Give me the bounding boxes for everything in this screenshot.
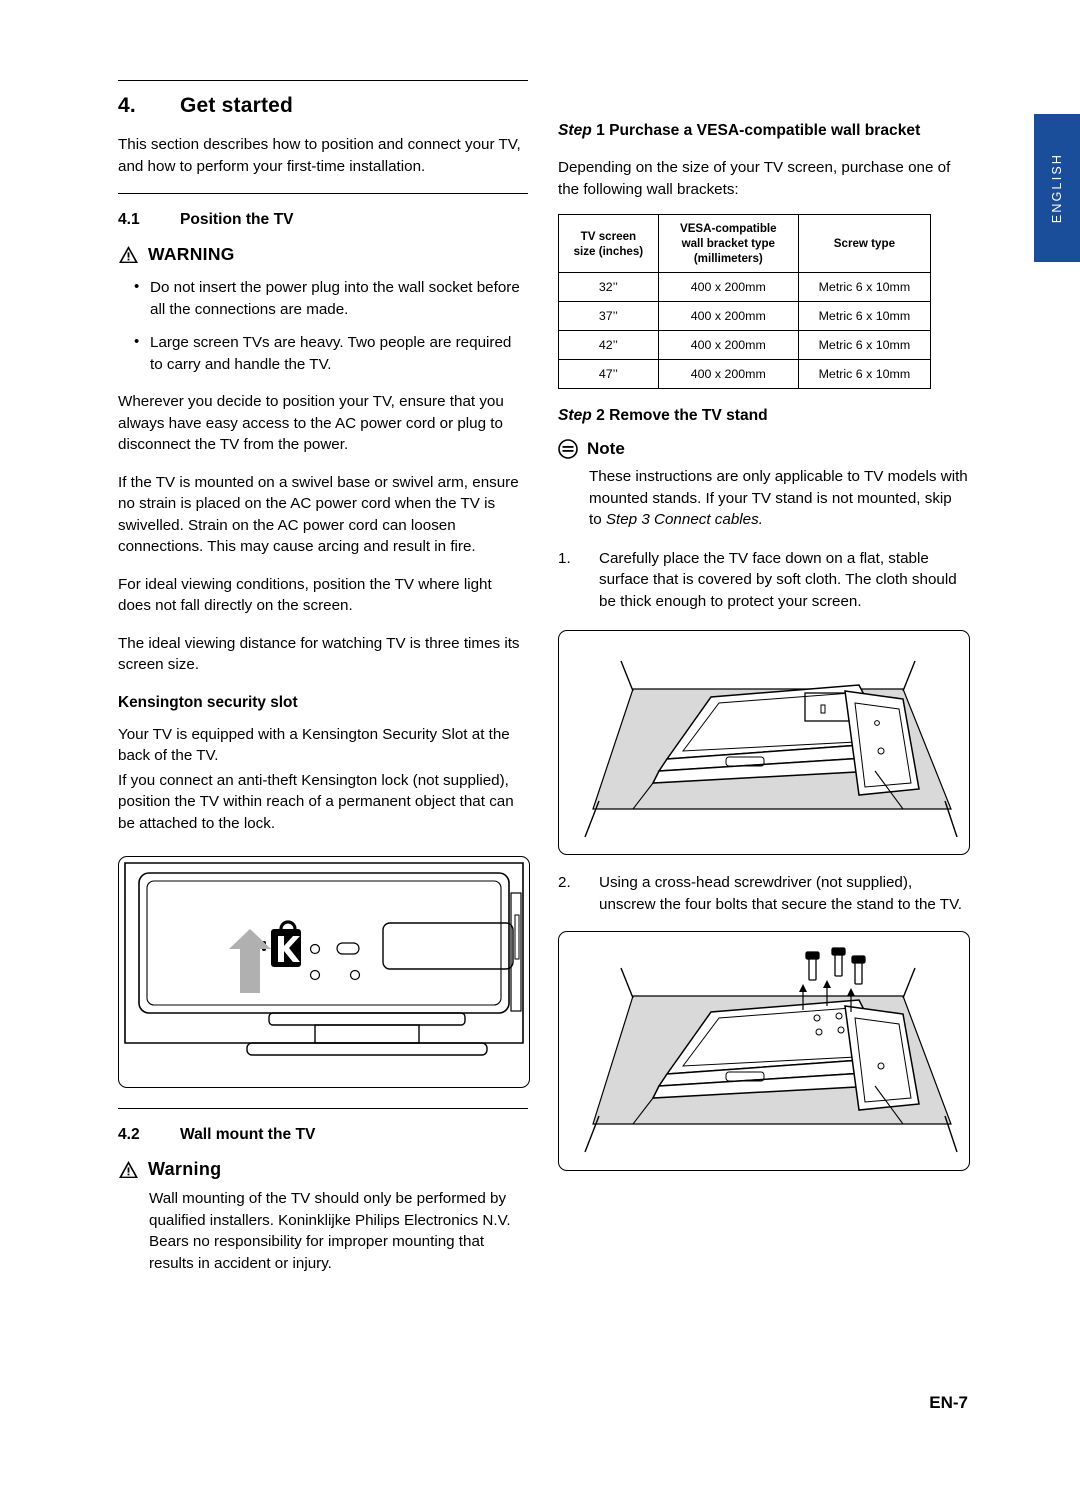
column-header-vesa-type: VESA-compatible wall bracket type (milli… [657, 214, 799, 273]
cell-size: 32’’ [558, 272, 659, 302]
cell-bracket: 400 x 200mm [657, 301, 799, 331]
page-title: 4. Get started [118, 94, 528, 118]
subsection-heading-4-2: 4.2 Wall mount the TV [118, 1126, 528, 1144]
kensington-illustration [124, 862, 524, 1056]
step-number: 2. [558, 874, 571, 891]
table-row: 37’’ 400 x 200mm Metric 6 x 10mm [558, 301, 932, 331]
position-paragraph-2: If the TV is mounted on a swivel base or… [118, 473, 519, 556]
position-paragraph-3: For ideal viewing conditions, position t… [118, 575, 492, 615]
step-2-heading: Step 2 Remove the TV stand [558, 405, 968, 426]
cell-bracket: 400 x 200mm [657, 359, 799, 389]
list-item: 1. Carefully place the TV face down on a … [558, 548, 968, 613]
section-number: 4. [118, 94, 136, 117]
unscrew-bolts-illustration [584, 947, 958, 1153]
tv-face-down-illustration [584, 660, 958, 838]
cell-size: 47’’ [558, 359, 659, 389]
warning-triangle-icon [118, 245, 139, 264]
subsection-number-4-2: 4.2 [118, 1126, 140, 1143]
column-header-tv-screen: TV screen size (inches) [558, 214, 659, 273]
step-list-2: 2. Using a cross-head screwdriver (not su… [558, 872, 968, 915]
cell-bracket: 400 x 200mm [657, 330, 799, 360]
manual-page: ENGLISH 4. Get started This section descr… [0, 0, 1080, 1491]
step-1-heading: Step 1 Purchase a VESA-compatible wall b… [558, 120, 968, 141]
header-line: wall bracket type [681, 237, 775, 250]
step-2-rest: 2 Remove the TV stand [591, 407, 768, 424]
cell-size: 37’’ [558, 301, 659, 331]
subsection-number-4-1: 4.1 [118, 211, 140, 228]
header-line: size (inches) [573, 244, 644, 258]
step-1-word: Step [558, 122, 592, 139]
header-line: Screw type [833, 237, 896, 250]
kensington-paragraph-2: If you connect an anti-theft Kensington … [118, 771, 514, 832]
warning-bullet-list: Do not insert the power plug into the wa… [118, 276, 528, 375]
cell-screw: Metric 6 x 10mm [797, 359, 932, 389]
table-header-row: TV screen size (inches) VESA-compatible … [558, 214, 932, 273]
warning-caps-row: WARNING [118, 244, 528, 265]
subsection-title-4-2: Wall mount the TV [180, 1126, 316, 1143]
figure-unscrew-bolts [558, 931, 970, 1171]
page-number: EN-7 [929, 1393, 968, 1412]
list-item: 2. Using a cross-head screwdriver (not su… [558, 872, 968, 915]
warning-body: Wall mounting of the TV should only be p… [149, 1190, 511, 1272]
warning-triangle-icon [118, 1160, 139, 1179]
subsection-heading-4-1: 4.1 Position the TV [118, 211, 528, 229]
step-number: 1. [558, 549, 571, 567]
language-tab: ENGLISH [1034, 114, 1080, 262]
step-list: 1. Carefully place the TV face down on a … [558, 548, 968, 613]
cell-screw: Metric 6 x 10mm [797, 272, 932, 302]
section-title: Get started [180, 94, 294, 117]
position-paragraph-4: The ideal viewing distance for watching … [118, 634, 520, 674]
intro-paragraph: This section describes how to position a… [118, 136, 521, 175]
table-body: 32’’ 400 x 200mm Metric 6 x 10mm 37’’ 40… [558, 272, 932, 389]
position-paragraph-1: Wherever you decide to position your TV,… [118, 393, 504, 453]
warning-caps-label: WARNING [148, 244, 235, 264]
figure-tv-face-down [558, 630, 970, 855]
kensington-paragraph-1: Your TV is equipped with a Kensington Se… [118, 725, 510, 765]
step-2-word: Step [558, 407, 592, 424]
right-column: Step 1 Purchase a VESA-compatible wall b… [558, 120, 970, 1171]
note-body: These instructions are only applicable t… [589, 466, 968, 531]
step-text: Using a cross-head screwdriver (not supp… [599, 874, 963, 913]
note-row: Note [558, 439, 968, 459]
subsection-rule-41 [118, 193, 528, 194]
header-line: (millimeters) [693, 252, 763, 265]
step-1-rest: 1 Purchase a VESA-compatible wall bracke… [591, 122, 921, 139]
figure-kensington-slot [118, 856, 530, 1088]
left-column: 4. Get started This section describes how… [118, 80, 530, 1274]
warning-row: Warning [118, 1159, 528, 1180]
step-text: Carefully place the TV face down on a fl… [599, 549, 957, 610]
note-text-italic: Step 3 Connect cables. [605, 511, 763, 528]
header-line: TV screen [580, 229, 637, 243]
cell-bracket: 400 x 200mm [657, 272, 799, 302]
warning-label: Warning [148, 1159, 222, 1179]
section-rule [118, 80, 528, 81]
cell-screw: Metric 6 x 10mm [797, 301, 932, 331]
subsection-rule-42 [118, 1108, 528, 1109]
table-row: 32’’ 400 x 200mm Metric 6 x 10mm [558, 272, 932, 302]
list-item: Large screen TVs are heavy. Two people a… [118, 331, 528, 375]
kensington-heading: Kensington security slot [118, 693, 298, 711]
table-row: 42’’ 400 x 200mm Metric 6 x 10mm [558, 330, 932, 360]
subsection-title-4-1: Position the TV [180, 211, 294, 228]
header-line: VESA-compatible [679, 222, 777, 235]
cell-size: 42’’ [558, 330, 659, 360]
list-item: Do not insert the power plug into the wa… [118, 276, 528, 320]
language-tab-label: ENGLISH [1050, 152, 1064, 224]
cell-screw: Metric 6 x 10mm [797, 330, 932, 360]
step-1-text: Depending on the size of your TV screen,… [558, 159, 951, 198]
note-icon [558, 439, 578, 459]
vesa-bracket-table: TV screen size (inches) VESA-compatible … [558, 214, 932, 389]
table-row: 47’’ 400 x 200mm Metric 6 x 10mm [558, 359, 932, 389]
column-header-screw-type: Screw type [797, 214, 932, 273]
note-label: Note [587, 439, 625, 458]
